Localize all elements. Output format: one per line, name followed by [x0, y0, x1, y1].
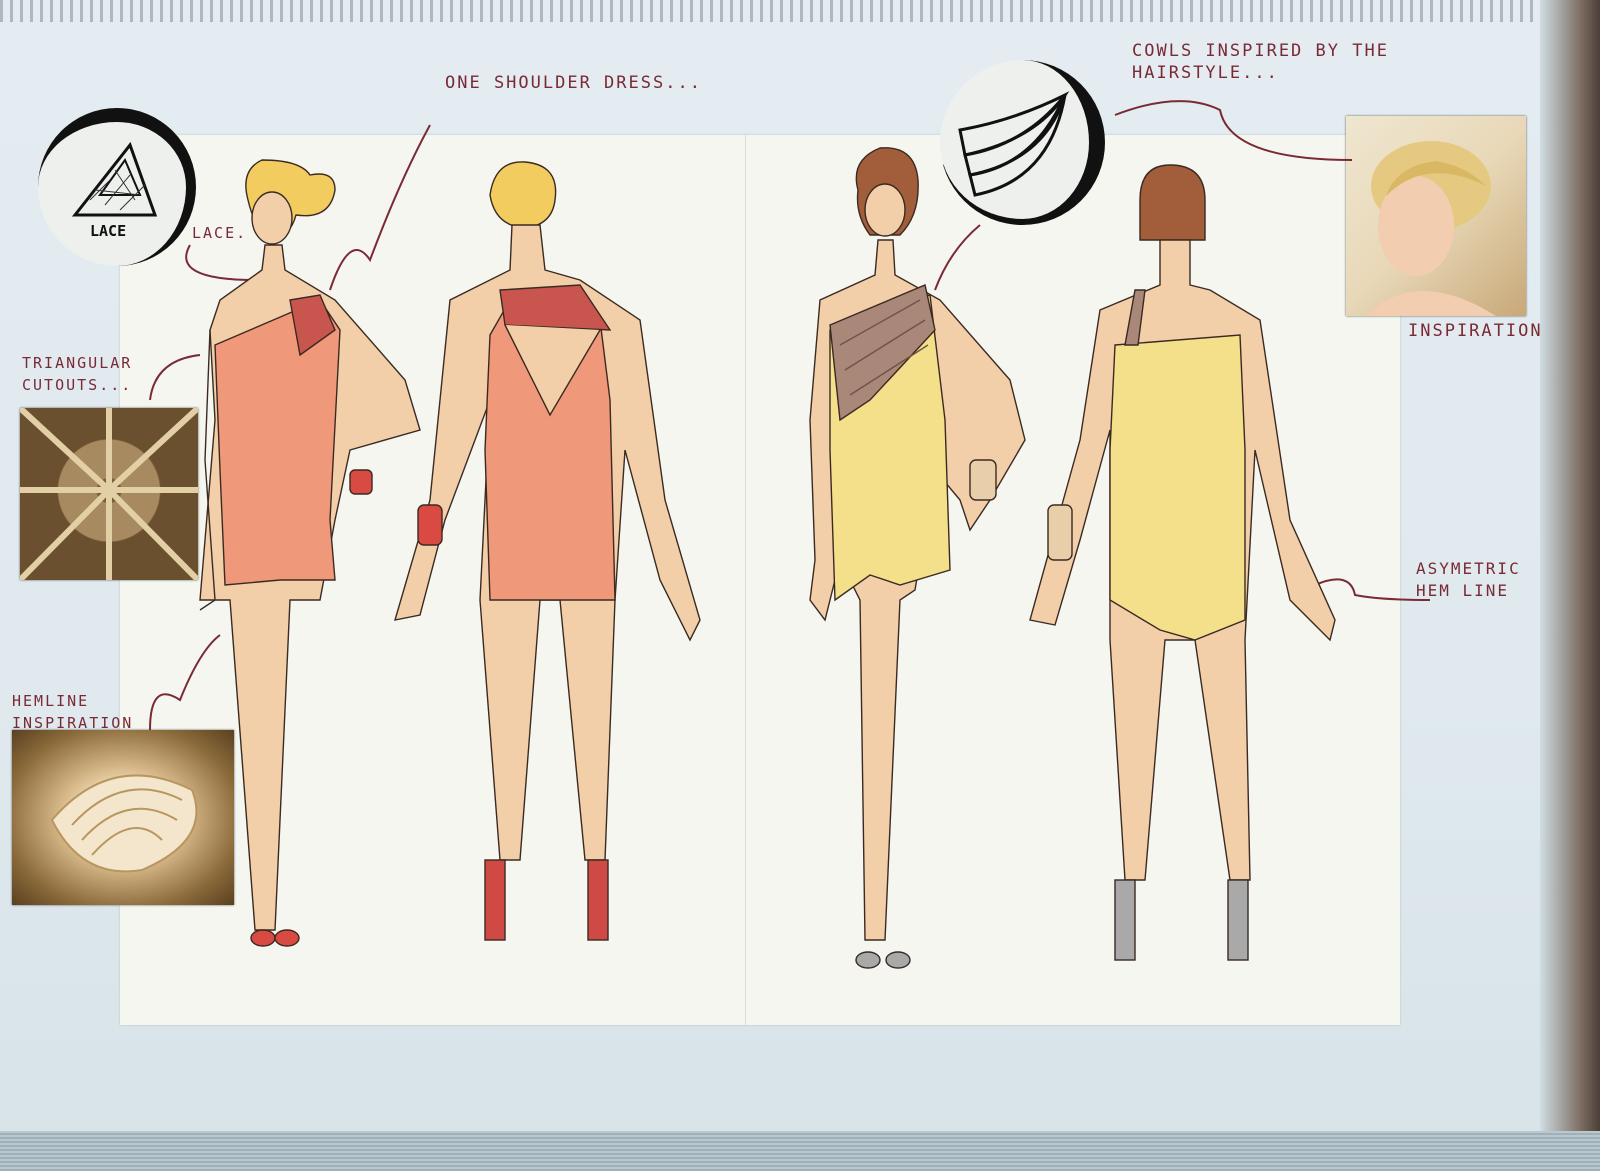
- figure-coral-back: [394, 161, 701, 941]
- figure-yellow-back: [1029, 164, 1336, 961]
- arrow-lace: [185, 244, 256, 281]
- arrow-asymetric: [1314, 578, 1431, 601]
- fashion-illustrations: [149, 100, 1431, 969]
- arrow-triangular: [149, 354, 201, 401]
- arrow-shoulder: [329, 124, 431, 291]
- arrow-hairstyle: [1114, 100, 1353, 161]
- arrow-cowl: [934, 224, 981, 291]
- figure-yellow-front: [809, 147, 1026, 969]
- figure-coral-front: [199, 159, 421, 947]
- arrow-hemline: [149, 634, 221, 731]
